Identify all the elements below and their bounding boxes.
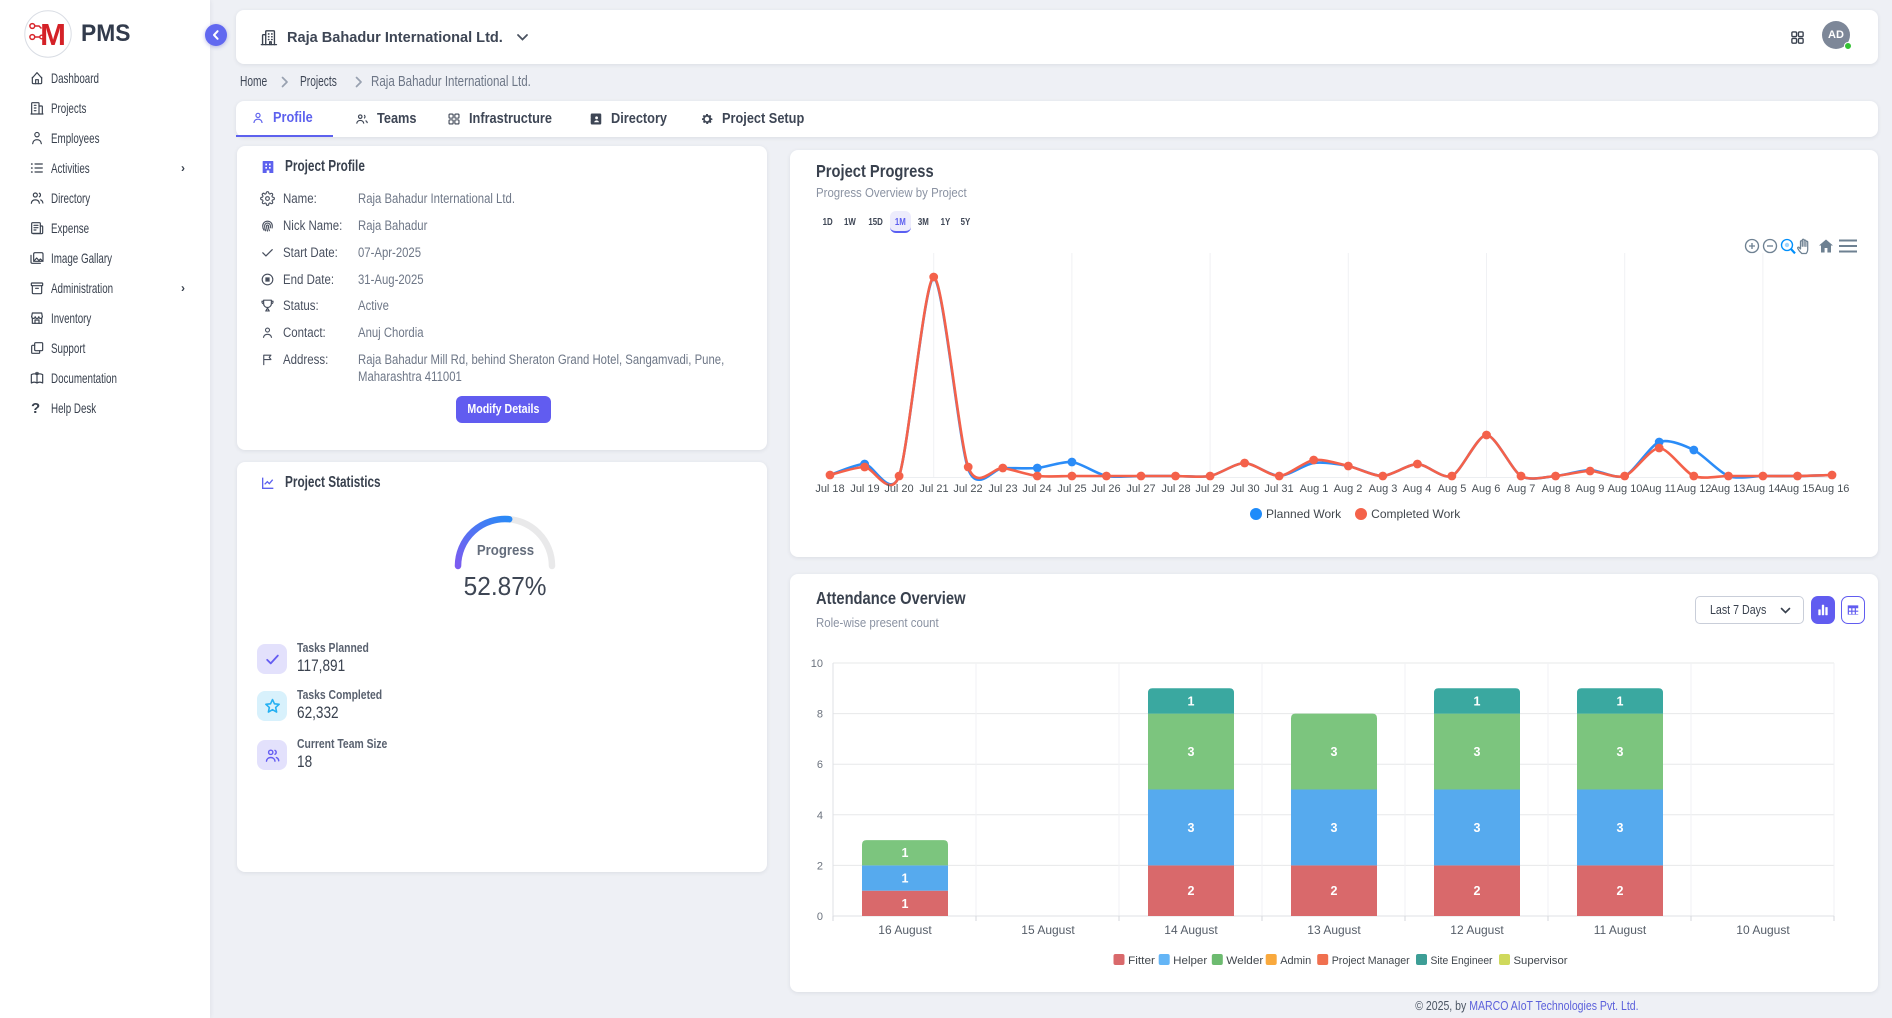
svg-text:0: 0 <box>817 911 823 923</box>
svg-text:3: 3 <box>1188 821 1195 835</box>
svg-text:1: 1 <box>1617 694 1624 708</box>
svg-text:Jul 21: Jul 21 <box>919 483 948 495</box>
svg-text:4: 4 <box>817 810 823 822</box>
svg-text:1: 1 <box>902 846 909 860</box>
svg-text:Aug 1: Aug 1 <box>1300 483 1329 495</box>
svg-text:Aug 7: Aug 7 <box>1507 483 1536 495</box>
svg-text:Aug 5: Aug 5 <box>1438 483 1467 495</box>
svg-text:Jul 25: Jul 25 <box>1057 483 1086 495</box>
svg-text:Aug 9: Aug 9 <box>1576 483 1605 495</box>
svg-text:2: 2 <box>1331 884 1338 898</box>
svg-text:Jul 27: Jul 27 <box>1126 483 1155 495</box>
svg-text:Aug 8: Aug 8 <box>1542 483 1571 495</box>
svg-text:2: 2 <box>817 860 823 872</box>
svg-text:16 August: 16 August <box>878 923 932 937</box>
svg-text:Jul 28: Jul 28 <box>1161 483 1190 495</box>
svg-text:Aug 11: Aug 11 <box>1642 483 1676 495</box>
svg-text:Aug 15: Aug 15 <box>1780 483 1815 495</box>
svg-text:Aug 3: Aug 3 <box>1369 483 1398 495</box>
svg-text:Aug 12: Aug 12 <box>1677 483 1712 495</box>
svg-text:3: 3 <box>1331 821 1338 835</box>
svg-text:6: 6 <box>817 759 823 771</box>
svg-text:Aug 6: Aug 6 <box>1472 483 1501 495</box>
svg-text:3: 3 <box>1617 821 1624 835</box>
svg-text:Jul 31: Jul 31 <box>1264 483 1293 495</box>
svg-text:M: M <box>40 17 66 52</box>
svg-text:1: 1 <box>1188 694 1195 708</box>
svg-text:14 August: 14 August <box>1164 923 1218 937</box>
svg-text:3: 3 <box>1188 745 1195 759</box>
svg-text:Aug 2: Aug 2 <box>1334 483 1363 495</box>
svg-text:Supervisor: Supervisor <box>1514 955 1568 967</box>
svg-text:Aug 4: Aug 4 <box>1403 483 1432 495</box>
svg-text:2: 2 <box>1188 884 1195 898</box>
svg-text:Jul 29: Jul 29 <box>1195 483 1224 495</box>
svg-text:2: 2 <box>1474 884 1481 898</box>
svg-text:11 August: 11 August <box>1594 923 1647 937</box>
svg-text:10: 10 <box>811 658 823 670</box>
svg-text:Jul 22: Jul 22 <box>953 483 982 495</box>
svg-text:Admin: Admin <box>1280 955 1311 967</box>
svg-text:15 August: 15 August <box>1021 923 1075 937</box>
svg-text:Aug 13: Aug 13 <box>1711 483 1746 495</box>
svg-text:Helper: Helper <box>1173 955 1207 967</box>
svg-text:Jul 20: Jul 20 <box>884 483 913 495</box>
svg-text:Aug 16: Aug 16 <box>1815 483 1850 495</box>
svg-text:Jul 30: Jul 30 <box>1230 483 1259 495</box>
svg-text:3: 3 <box>1617 745 1624 759</box>
svg-text:1: 1 <box>902 872 909 886</box>
svg-text:12 August: 12 August <box>1450 923 1504 937</box>
svg-text:1: 1 <box>902 897 909 911</box>
svg-text:Aug 10: Aug 10 <box>1608 483 1643 495</box>
svg-text:Jul 24: Jul 24 <box>1022 483 1051 495</box>
svg-text:3: 3 <box>1331 745 1338 759</box>
svg-text:Fitter: Fitter <box>1128 955 1155 967</box>
svg-text:Welder: Welder <box>1226 955 1263 967</box>
svg-text:3: 3 <box>1474 745 1481 759</box>
svg-text:8: 8 <box>817 709 823 721</box>
svg-text:10 August: 10 August <box>1736 923 1790 937</box>
svg-text:Jul 19: Jul 19 <box>850 483 879 495</box>
svg-text:1: 1 <box>1474 694 1481 708</box>
svg-text:3: 3 <box>1474 821 1481 835</box>
svg-text:Jul 18: Jul 18 <box>815 483 844 495</box>
svg-text:2: 2 <box>1617 884 1624 898</box>
svg-text:Project Manager: Project Manager <box>1332 955 1410 967</box>
svg-text:Jul 23: Jul 23 <box>988 483 1017 495</box>
svg-text:Aug 14: Aug 14 <box>1746 483 1781 495</box>
svg-text:13 August: 13 August <box>1307 923 1361 937</box>
svg-text:Jul 26: Jul 26 <box>1091 483 1120 495</box>
svg-text:Site Engineer: Site Engineer <box>1431 955 1493 967</box>
